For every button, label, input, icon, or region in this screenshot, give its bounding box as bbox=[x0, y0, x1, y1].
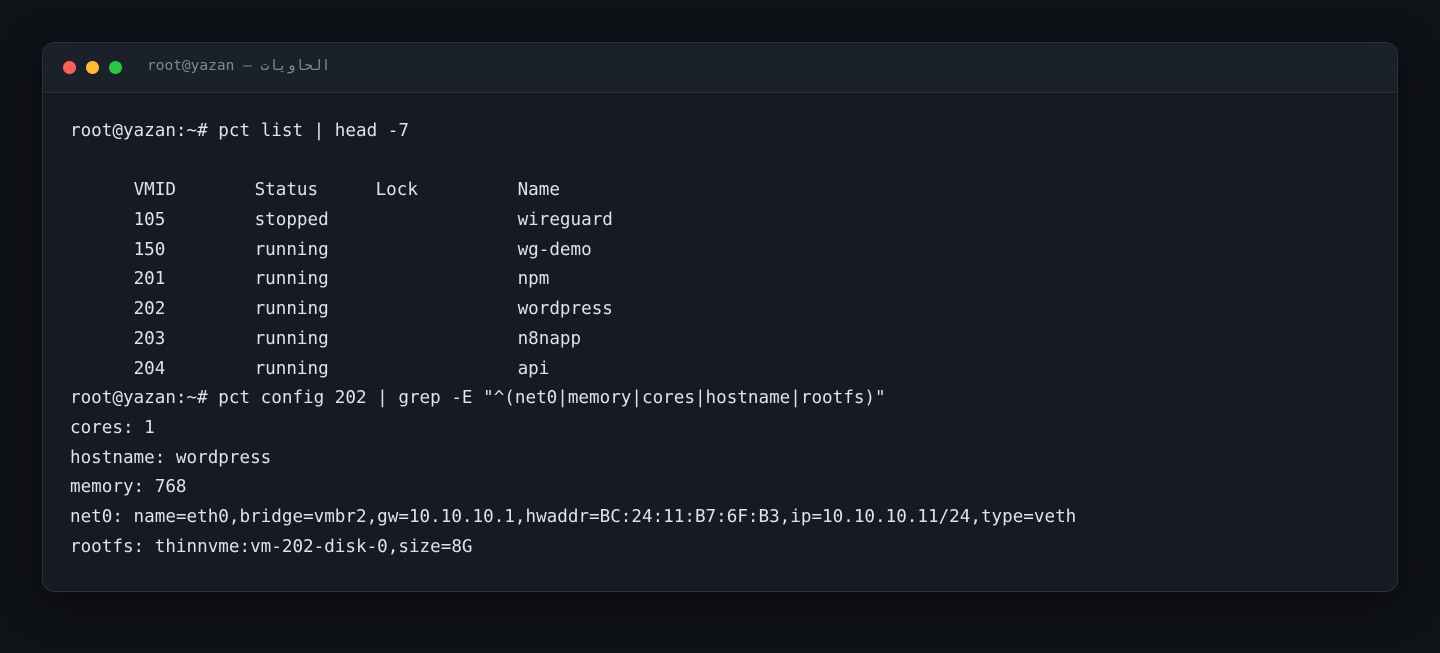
table-header-vmid: VMID bbox=[133, 180, 176, 201]
output-line: cores: 1 bbox=[70, 417, 155, 438]
table-header-row: VMID Status Lock Name bbox=[70, 147, 1377, 200]
window-title: root@yazan — الحاويات bbox=[147, 58, 331, 74]
status-cell: running bbox=[254, 269, 329, 290]
command-line: root@yazan:~# pct config 202 | grep -E "… bbox=[70, 388, 886, 409]
name-cell: api bbox=[517, 358, 550, 379]
output-line: net0: name=eth0,bridge=vmbr2,gw=10.10.10… bbox=[70, 506, 1077, 527]
terminal-output[interactable]: root@yazan:~# pct list | head -7 VMID Sta… bbox=[70, 117, 1377, 562]
output-line: rootfs: thinnvme:vm-202-disk-0,size=8G bbox=[70, 536, 473, 557]
maximize-button[interactable] bbox=[109, 61, 122, 74]
vmid-cell: 202 bbox=[133, 299, 166, 320]
name-cell: wireguard bbox=[517, 210, 613, 231]
table-header-lock: Lock bbox=[375, 180, 418, 201]
vmid-cell: 204 bbox=[133, 358, 166, 379]
status-cell: stopped bbox=[254, 210, 329, 231]
vmid-cell: 150 bbox=[133, 239, 166, 260]
vmid-cell: 201 bbox=[133, 269, 166, 290]
name-cell: wg-demo bbox=[517, 239, 592, 260]
terminal-window: root@yazan — الحاويات root@yazan:~# pct … bbox=[42, 42, 1398, 592]
table-header-status: Status bbox=[254, 180, 319, 201]
status-cell: running bbox=[254, 358, 329, 379]
status-cell: running bbox=[254, 328, 329, 349]
output-line: hostname: wordpress bbox=[70, 447, 272, 468]
vmid-cell: 105 bbox=[133, 210, 166, 231]
status-cell: running bbox=[254, 299, 329, 320]
command-line: root@yazan:~# pct list | head -7 bbox=[70, 121, 409, 141]
name-cell: npm bbox=[517, 269, 550, 290]
output-line: memory: 768 bbox=[70, 477, 187, 498]
vmid-cell: 203 bbox=[133, 328, 166, 349]
minimize-button[interactable] bbox=[86, 61, 99, 74]
close-button[interactable] bbox=[63, 61, 76, 74]
title-bar[interactable]: root@yazan — الحاويات bbox=[43, 43, 1397, 93]
status-cell: running bbox=[254, 239, 329, 260]
name-cell: n8napp bbox=[517, 328, 582, 349]
table-header-name: Name bbox=[517, 180, 560, 201]
name-cell: wordpress bbox=[517, 299, 613, 320]
